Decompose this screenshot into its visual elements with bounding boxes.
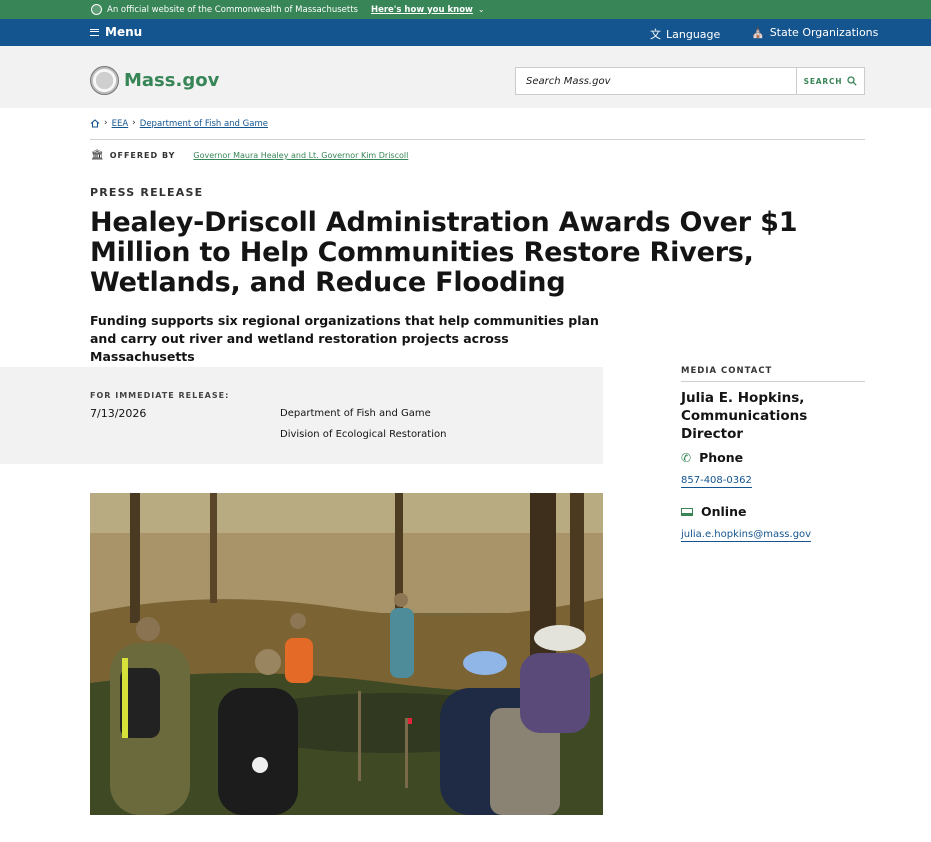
breadcrumb-eea[interactable]: EEA [112, 119, 129, 129]
home-icon[interactable] [90, 119, 100, 128]
logo-text: Mass.gov [124, 70, 220, 91]
phone-label: Phone [699, 450, 744, 465]
translate-icon: 文 [650, 28, 661, 41]
release-date: 7/13/2026 [90, 407, 147, 420]
menu-label: Menu [105, 25, 143, 39]
search-form: SEARCH [515, 67, 865, 95]
email-link[interactable]: julia.e.hopkins@mass.gov [681, 529, 812, 542]
language-button[interactable]: 文 Language [650, 26, 720, 42]
menu-button[interactable]: Menu [90, 25, 142, 39]
breadcrumb-separator: › [104, 118, 108, 128]
breadcrumb-separator: › [132, 118, 136, 128]
release-org: Division of Ecological Restoration [280, 429, 447, 440]
state-organizations-label: State Organizations [769, 26, 879, 39]
page-title: Healey-Driscoll Administration Awards Ov… [90, 207, 798, 298]
search-button[interactable]: SEARCH [796, 68, 864, 94]
online-row: Online [681, 504, 865, 519]
language-label: Language [666, 27, 721, 41]
phone-row: ✆ Phone [681, 450, 865, 465]
breadcrumb-fish-and-game[interactable]: Department of Fish and Game [140, 119, 268, 129]
mass-gov-logo[interactable]: Mass.gov [90, 66, 219, 95]
breadcrumb: › EEA › Department of Fish and Game [90, 118, 865, 140]
search-input[interactable] [516, 68, 796, 94]
forest-photo-illustration [90, 493, 603, 815]
utility-bar: Menu 文 Language ⛪ State Organizations [0, 19, 931, 46]
offered-by: 🏛 OFFERED BY Governor Maura Healey and L… [91, 150, 408, 161]
release-org: Department of Fish and Game [280, 408, 431, 419]
media-contact: MEDIA CONTACT Julia E. Hopkins, Communic… [681, 366, 865, 542]
page-kicker: PRESS RELEASE [90, 186, 204, 199]
state-seal-icon [90, 66, 119, 95]
laptop-icon [681, 507, 693, 516]
phone-icon: ✆ [681, 450, 692, 465]
hamburger-icon [90, 28, 99, 36]
chevron-down-icon: ⌄ [477, 5, 485, 14]
phone-link[interactable]: 857-408-0362 [681, 475, 752, 488]
article-photo [90, 493, 603, 815]
offered-by-link[interactable]: Governor Maura Healey and Lt. Governor K… [193, 151, 408, 160]
state-organizations-button[interactable]: ⛪ State Organizations [751, 26, 878, 39]
search-button-label: SEARCH [803, 76, 843, 86]
site-header: Mass.gov SEARCH [0, 46, 931, 108]
heres-how-you-know-link[interactable]: Here's how you know [371, 5, 473, 15]
page-subtitle: Funding supports six regional organizati… [90, 313, 599, 364]
building-icon: ⛪ [751, 26, 765, 39]
offered-by-label: OFFERED BY [109, 151, 176, 160]
release-info: FOR IMMEDIATE RELEASE: 7/13/2026 Departm… [0, 367, 603, 464]
media-contact-label: MEDIA CONTACT [681, 366, 865, 382]
government-building-icon: 🏛 [91, 150, 104, 161]
release-label: FOR IMMEDIATE RELEASE: [90, 391, 230, 400]
official-banner: An official website of the Commonwealth … [0, 0, 931, 19]
search-icon [847, 76, 858, 86]
online-label: Online [701, 504, 747, 519]
contact-name: Julia E. Hopkins, Communications Directo… [681, 390, 808, 442]
official-banner-text: An official website of the Commonwealth … [107, 4, 358, 15]
state-seal-icon [91, 4, 102, 15]
